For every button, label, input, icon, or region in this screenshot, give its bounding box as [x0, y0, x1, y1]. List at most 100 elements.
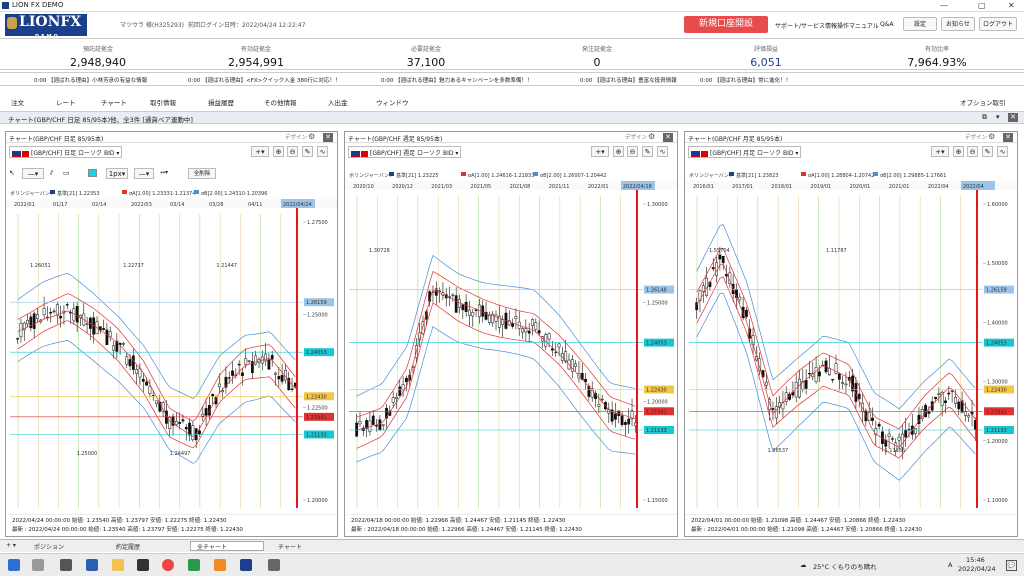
app-icon[interactable] — [137, 559, 149, 571]
lionfx-taskbar-icon[interactable] — [240, 559, 252, 571]
zoom-in-icon[interactable]: ⊕ — [953, 146, 964, 157]
settings-icon[interactable] — [268, 559, 280, 571]
gear-icon[interactable]: ⚙ — [648, 132, 655, 141]
bb-legend-item: σA[1.00] 1.24616-1.21833 — [468, 173, 534, 179]
symbol-select[interactable]: [GBP/CHF] 月足 ローソク BID ▾ — [688, 146, 802, 158]
minimize-icon[interactable]: — — [940, 1, 948, 10]
cursor-tool-icon[interactable]: ↖ — [9, 169, 15, 177]
weather-text[interactable]: 25°C くもりのち晴れ — [813, 561, 877, 571]
design-link[interactable]: デザイン — [285, 133, 307, 141]
menu-window[interactable]: ウィンドウ — [376, 97, 409, 107]
notice-button[interactable]: お知らせ — [941, 17, 975, 31]
price-chart[interactable]: ボリンジャーバンド 基準[21] 1.23225 σA[1.00] 1.24616-… — [345, 168, 677, 514]
tab-all-charts[interactable]: 全チャート — [190, 541, 264, 551]
app-icon[interactable] — [214, 559, 226, 571]
menu-trade-info[interactable]: 取引情報 — [150, 97, 176, 107]
clock-time[interactable]: 15:46 — [966, 556, 985, 564]
tab-execution-history[interactable]: 約定履歴 — [116, 542, 140, 551]
manual-link[interactable]: 操作マニュアル — [837, 21, 879, 30]
line-width-select[interactable]: 1px▾ — [106, 168, 128, 179]
gear-icon[interactable]: ⚙ — [308, 132, 315, 141]
candle — [531, 319, 534, 326]
price-chart[interactable]: ボリンジャーバンド 基準[21] 1.22353 σA[1.00] 1.23331-… — [6, 186, 337, 514]
symbol-select[interactable]: [GBP/CHF] 日足 ローソク BID ▾ — [9, 146, 123, 158]
candle — [623, 422, 627, 425]
close-icon[interactable]: ✕ — [1008, 113, 1018, 122]
line-style-select[interactable]: —▾ — [134, 168, 154, 179]
restore-icon[interactable]: ⧉ — [982, 113, 987, 122]
crosshair-tool-icon[interactable]: +▾ — [931, 146, 949, 157]
menu-order[interactable]: 注文 — [11, 97, 24, 107]
zoom-out-icon[interactable]: ⊖ — [627, 146, 638, 157]
current-date-label: 2022/04 — [963, 184, 984, 190]
new-account-button[interactable]: 新規口座開設 — [684, 16, 768, 33]
maximize-icon[interactable]: ▢ — [978, 1, 986, 10]
menu-rate[interactable]: レート — [56, 97, 76, 107]
channel-tool-icon[interactable]: ⫽ — [50, 169, 53, 178]
logout-button[interactable]: ログアウト — [979, 17, 1017, 31]
indicator-icon[interactable]: ∿ — [657, 146, 668, 157]
clock-date[interactable]: 2022/04/24 — [958, 565, 995, 573]
gear-icon[interactable]: ⚙ — [988, 132, 995, 141]
zoom-out-icon[interactable]: ⊖ — [967, 146, 978, 157]
price-tag-label: 1.21133 — [646, 428, 667, 434]
menu-deposit[interactable]: 入出金 — [328, 97, 348, 107]
rect-tool-icon[interactable]: ▭ — [63, 169, 70, 177]
ticker-item[interactable]: 0:00 【週ばれる理由】小林芳彦の有益な情報 — [34, 76, 147, 84]
menu-other-info[interactable]: その他情報 — [264, 97, 297, 107]
design-link[interactable]: デザイン — [625, 133, 647, 141]
ohlc-latest: 最新 : 2022/04/01 00:00:00 始値: 1.21098 高値:… — [691, 527, 922, 533]
crosshair-tool-icon[interactable]: +▾ — [591, 146, 609, 157]
close-icon[interactable]: ✕ — [663, 133, 673, 142]
windows-start-icon[interactable] — [8, 559, 20, 571]
color-picker[interactable] — [88, 169, 97, 177]
folder-icon[interactable] — [112, 559, 124, 571]
app-icon[interactable] — [60, 559, 72, 571]
zoom-in-icon[interactable]: ⊕ — [613, 146, 624, 157]
clear-all-button[interactable]: 全削除 — [188, 168, 216, 179]
ticker-item[interactable]: 0:00 【週ばれる理由】豊富な投資情報 — [580, 76, 677, 84]
settings-button[interactable]: 設定 — [903, 17, 937, 31]
chart-panel-3[interactable]: チャート(GBP/CHF 月足 85/95本) デザイン ⚙ ✕ [GBP/CH… — [684, 131, 1018, 537]
arrow-tool-icon[interactable]: ↔▾ — [160, 169, 168, 176]
chart-panel-2[interactable]: チャート(GBP/CHF 週足 85/95本) デザイン ⚙ ✕ [GBP/CH… — [344, 131, 678, 537]
excel-icon[interactable] — [188, 559, 200, 571]
task-view-icon[interactable] — [32, 559, 44, 571]
close-icon[interactable]: ✕ — [1003, 133, 1013, 142]
chrome-icon[interactable] — [162, 559, 174, 571]
candle — [244, 358, 248, 366]
design-link[interactable]: デザイン — [965, 133, 987, 141]
symbol-select[interactable]: [GBP/CHF] 週足 ローソク BID ▾ — [348, 146, 462, 158]
draw-pen-icon[interactable]: ✎ — [302, 146, 313, 157]
notification-icon[interactable]: 💬 — [1006, 560, 1017, 571]
ime-indicator[interactable]: A — [948, 561, 952, 569]
ticker-item[interactable]: 0:00 【週ばれる理由】魅力あるキャンペーンを多数準備！！ — [381, 76, 532, 84]
price-chart[interactable]: ボリンジャーバンド 基準[21] 1.23823 σA[1.00] 1.28804-… — [685, 168, 1017, 514]
draw-pen-icon[interactable]: ✎ — [982, 146, 993, 157]
menu-pl-history[interactable]: 損益履歴 — [208, 97, 234, 107]
ticker-item[interactable]: 0:00 【週ばれる理由】常に進化！！ — [700, 76, 791, 84]
crosshair-tool-icon[interactable]: +▾ — [251, 146, 269, 157]
ticker-item[interactable]: 0:00 【週ばれる理由】<FX>クイック入金 380行に対応！！ — [188, 76, 341, 84]
menu-chart[interactable]: チャート — [101, 97, 127, 107]
candle — [867, 412, 871, 421]
add-tab-icon[interactable]: + ▾ — [6, 542, 16, 549]
tab-chart[interactable]: チャート — [278, 542, 302, 551]
zoom-out-icon[interactable]: ⊖ — [287, 146, 298, 157]
chevron-down-icon[interactable]: ▾ — [996, 113, 1000, 121]
tab-position[interactable]: ポジション — [34, 542, 64, 551]
faq-link[interactable]: Q&A — [880, 21, 894, 28]
close-icon[interactable]: ✕ — [323, 133, 333, 142]
support-link[interactable]: サポート/サービス情報 — [775, 21, 837, 30]
line-tool-icon[interactable]: —▾ — [22, 168, 44, 179]
draw-pen-icon[interactable]: ✎ — [642, 146, 653, 157]
indicator-icon[interactable]: ∿ — [997, 146, 1008, 157]
candle — [534, 322, 538, 330]
chart-panel-1[interactable]: チャート(GBP/CHF 日足 85/95本) デザイン ⚙ ✕ [GBP/CH… — [5, 131, 338, 537]
menu-option-trade[interactable]: オプション取引 — [960, 97, 1006, 107]
indicator-icon[interactable]: ∿ — [317, 146, 328, 157]
news-ticker[interactable]: 0:00 【週ばれる理由】小林芳彦の有益な情報 0:00 【週ばれる理由】<FX… — [0, 72, 1024, 86]
close-icon[interactable]: ✕ — [1008, 1, 1015, 10]
word-icon[interactable] — [86, 559, 98, 571]
zoom-in-icon[interactable]: ⊕ — [273, 146, 284, 157]
